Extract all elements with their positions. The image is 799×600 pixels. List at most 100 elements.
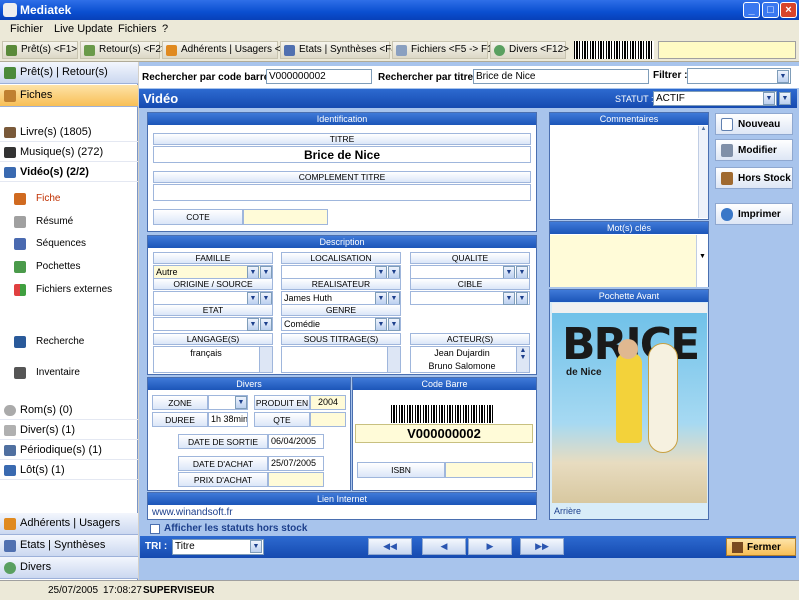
sortie-field[interactable]: 06/04/2005 xyxy=(268,434,324,449)
langages-label: LANGAGE(S) xyxy=(153,333,273,345)
filter-dropdown-icon[interactable]: ▼ xyxy=(777,70,789,83)
titre-label: TITRE xyxy=(153,133,531,145)
sidebar-adherents[interactable]: Adhérents | Usagers xyxy=(0,513,138,535)
sidebar-item-roms[interactable]: Rom(s) (0) xyxy=(0,401,138,420)
adherents-button[interactable]: Adhérents | Usagers <F3> xyxy=(162,41,298,59)
pret-button[interactable]: Prêt(s) <F1> xyxy=(2,41,78,59)
complement-label: COMPLEMENT TITRE xyxy=(153,171,531,183)
exit-icon xyxy=(732,542,743,553)
maximize-button[interactable]: □ xyxy=(762,2,779,18)
inventaire-icon xyxy=(14,367,26,379)
langages-scrollbar[interactable] xyxy=(259,347,272,372)
sidebar-etats[interactable]: Etats | Synthèses xyxy=(0,535,138,557)
cible-menu-icon[interactable]: ▼ xyxy=(516,292,528,305)
statut-menu-icon[interactable]: ▼ xyxy=(779,92,791,105)
barcode-search-input[interactable]: V000000002 xyxy=(266,69,372,84)
etats-button[interactable]: Etats | Synthèses <F4> xyxy=(280,41,403,59)
minimize-button[interactable]: _ xyxy=(743,2,760,18)
sidebar-fiches[interactable]: Fiches xyxy=(0,85,138,107)
last-record-button[interactable]: ▶▶ xyxy=(520,538,564,555)
sous-titrage-list[interactable] xyxy=(281,346,401,373)
sidebar-item-musique[interactable]: Musique(s) (272) xyxy=(0,143,138,162)
statut-label: STATUT : xyxy=(615,94,654,104)
achat-field[interactable]: 25/07/2005 xyxy=(268,456,324,471)
pochette-panel: Pochette Avant BRICE de Nice Arrière xyxy=(549,289,709,520)
prix-field[interactable] xyxy=(268,472,324,487)
retour-button[interactable]: Retour(s) <F2> xyxy=(80,41,167,59)
complement-field[interactable] xyxy=(153,184,531,201)
title-search-input[interactable]: Brice de Nice xyxy=(473,69,649,84)
etat-dropdown-icon[interactable]: ▼ xyxy=(247,318,259,331)
modifier-button[interactable]: Modifier xyxy=(715,139,793,161)
acteur-item[interactable]: Bruno Salomone xyxy=(411,360,513,372)
zone-dropdown-icon[interactable]: ▼ xyxy=(235,396,247,409)
duree-field[interactable]: 1h 38min xyxy=(208,412,248,427)
first-record-button[interactable]: ◀◀ xyxy=(368,538,412,555)
sidebar-item-livres[interactable]: Livre(s) (1805) xyxy=(0,123,138,142)
fiche-icon xyxy=(14,193,26,205)
sidebar-item-lots[interactable]: Lôt(s) (1) xyxy=(0,461,138,480)
fermer-button[interactable]: Fermer xyxy=(726,538,796,556)
menu-help[interactable]: ? xyxy=(162,23,168,35)
acteurs-scrollbar[interactable]: ▲ ▼ xyxy=(516,347,529,372)
etat-label: ETAT xyxy=(153,304,273,316)
titre-field[interactable]: Brice de Nice xyxy=(153,146,531,163)
genre-menu-icon[interactable]: ▼ xyxy=(388,318,400,331)
sidebar-sub-recherche[interactable]: Recherche xyxy=(0,332,138,352)
motscles-field[interactable] xyxy=(550,235,696,287)
menu-fichier[interactable]: Fichier xyxy=(10,23,43,35)
hors-stock-button[interactable]: Hors Stock xyxy=(715,167,793,189)
sidebar-item-divers[interactable]: Diver(s) (1) xyxy=(0,421,138,440)
nouveau-button[interactable]: Nouveau xyxy=(715,113,793,135)
pochette-image[interactable]: BRICE de Nice xyxy=(552,303,707,503)
sidebar-sub-pochettes[interactable]: Pochettes xyxy=(0,257,138,277)
sous-titrage-label: SOUS TITRAGE(S) xyxy=(281,333,401,345)
next-record-button[interactable]: ▶ xyxy=(468,538,512,555)
commentaires-scrollbar[interactable]: ▲ xyxy=(698,126,708,218)
codebarre-header: Code Barre xyxy=(353,378,536,390)
langages-list[interactable]: français xyxy=(153,346,273,373)
identification-panel: Identification TITRE Brice de Nice COMPL… xyxy=(147,112,537,232)
motscles-scrollbar[interactable]: ▼ xyxy=(696,235,708,287)
imprimer-button[interactable]: Imprimer xyxy=(715,203,793,225)
divers-button[interactable]: Divers <F12> xyxy=(490,41,569,59)
cible-dropdown-icon[interactable]: ▼ xyxy=(503,292,515,305)
arriere-link[interactable]: Arrière xyxy=(554,506,581,516)
sidebar-sub-resume[interactable]: Résumé xyxy=(0,212,138,232)
sous-titrage-scrollbar[interactable] xyxy=(387,347,400,372)
pochette-header: Pochette Avant xyxy=(550,290,708,302)
sidebar-sub-inventaire[interactable]: Inventaire xyxy=(0,363,138,383)
divers-bottom-icon xyxy=(4,562,16,574)
etat-menu-icon[interactable]: ▼ xyxy=(260,318,272,331)
menu-fichiers[interactable]: Fichiers xyxy=(118,23,157,35)
sidebar-divers[interactable]: Divers xyxy=(0,557,138,579)
sidebar-item-video[interactable]: Vidéo(s) (2/2) xyxy=(0,163,138,182)
sidebar-pret-retour[interactable]: Prêt(s) | Retour(s) xyxy=(0,62,138,84)
produit-field[interactable]: 2004 xyxy=(310,395,346,410)
sidebar-sub-fiche[interactable]: Fiche xyxy=(0,189,138,209)
lien-panel: Lien Internet www.winandsoft.fr xyxy=(147,492,537,520)
acteur-item[interactable]: Jean Dujardin xyxy=(411,347,513,360)
filter-select[interactable] xyxy=(687,68,791,84)
qte-field[interactable] xyxy=(310,412,346,427)
sidebar-sub-fichiers-externes[interactable]: Fichiers externes xyxy=(0,280,138,300)
afficher-hors-stock-checkbox[interactable] xyxy=(150,524,160,534)
statut-dropdown-icon[interactable]: ▼ xyxy=(763,92,775,105)
statut-select[interactable]: ACTIF xyxy=(653,91,777,106)
genre-dropdown-icon[interactable]: ▼ xyxy=(375,318,387,331)
tri-dropdown-icon[interactable]: ▼ xyxy=(250,540,262,553)
menu-live-update[interactable]: Live Update xyxy=(54,23,113,35)
print-icon xyxy=(721,208,733,221)
sidebar-item-periodiques[interactable]: Périodique(s) (1) xyxy=(0,441,138,460)
close-button[interactable]: × xyxy=(780,2,797,18)
previous-record-button[interactable]: ◀ xyxy=(422,538,466,555)
barcode-scan-field[interactable] xyxy=(658,41,796,59)
isbn-field[interactable] xyxy=(445,462,533,478)
fichiers-button[interactable]: Fichiers <F5 -> F11> xyxy=(392,41,503,59)
sidebar-sub-sequences[interactable]: Séquences xyxy=(0,234,138,254)
motscles-header: Mot(s) clés xyxy=(550,222,708,234)
lien-url[interactable]: www.winandsoft.fr xyxy=(152,507,233,518)
acteurs-list[interactable]: Jean Dujardin Bruno Salomone xyxy=(410,346,530,373)
pochettes-icon xyxy=(14,261,26,273)
cote-field[interactable] xyxy=(243,209,328,225)
